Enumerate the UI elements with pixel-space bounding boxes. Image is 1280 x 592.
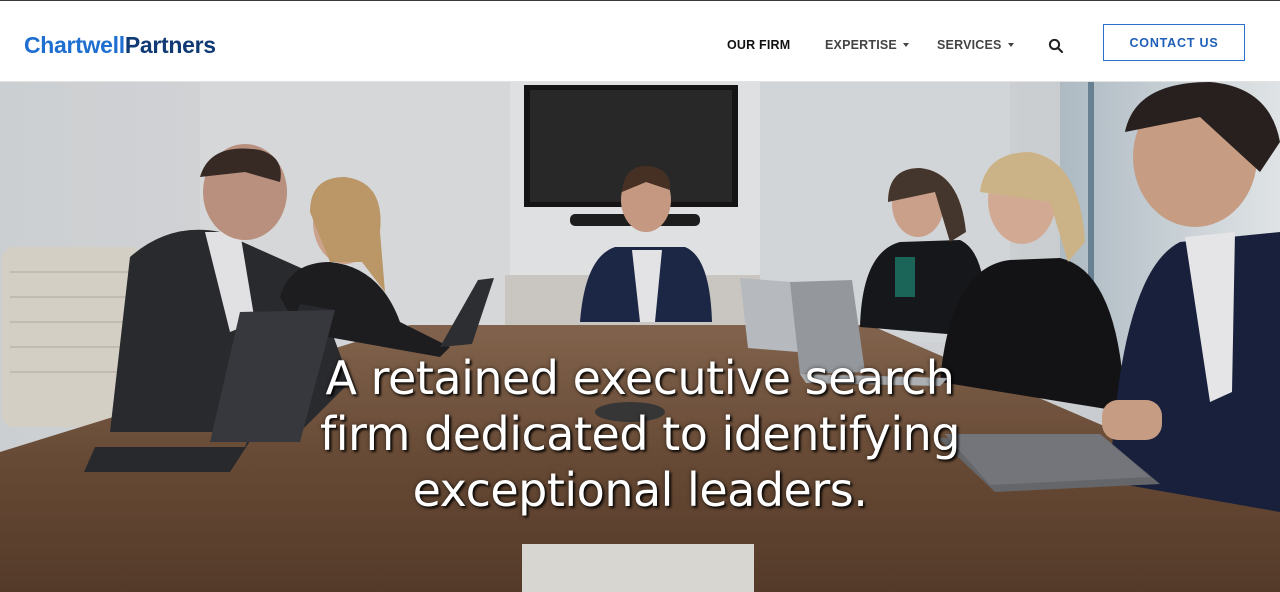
contact-us-label: CONTACT US [1129,35,1219,50]
logo-part-partners: Partners [124,32,216,58]
caret-down-icon [902,43,909,47]
nav-expertise-label: EXPERTISE [825,38,897,52]
logo[interactable]: ChartwellPartners [24,31,216,59]
caret-down-icon [1007,43,1014,47]
hero-headline: A retained executive search firm dedicat… [320,351,960,517]
nav-our-firm-label: OUR FIRM [727,38,791,52]
contact-us-button[interactable]: CONTACT US [1103,24,1245,61]
nav-expertise[interactable]: EXPERTISE [825,37,909,53]
search-icon[interactable] [1048,38,1064,54]
logo-part-chartwell: Chartwell [24,32,125,58]
nav-our-firm[interactable]: OUR FIRM [727,37,790,53]
nav-services[interactable]: SERVICES [937,37,1014,53]
hero-banner: A retained executive search firm dedicat… [0,82,1280,592]
site-header: ChartwellPartners OUR FIRM EXPERTISE SER… [0,0,1280,82]
nav-services-label: SERVICES [937,38,1002,52]
